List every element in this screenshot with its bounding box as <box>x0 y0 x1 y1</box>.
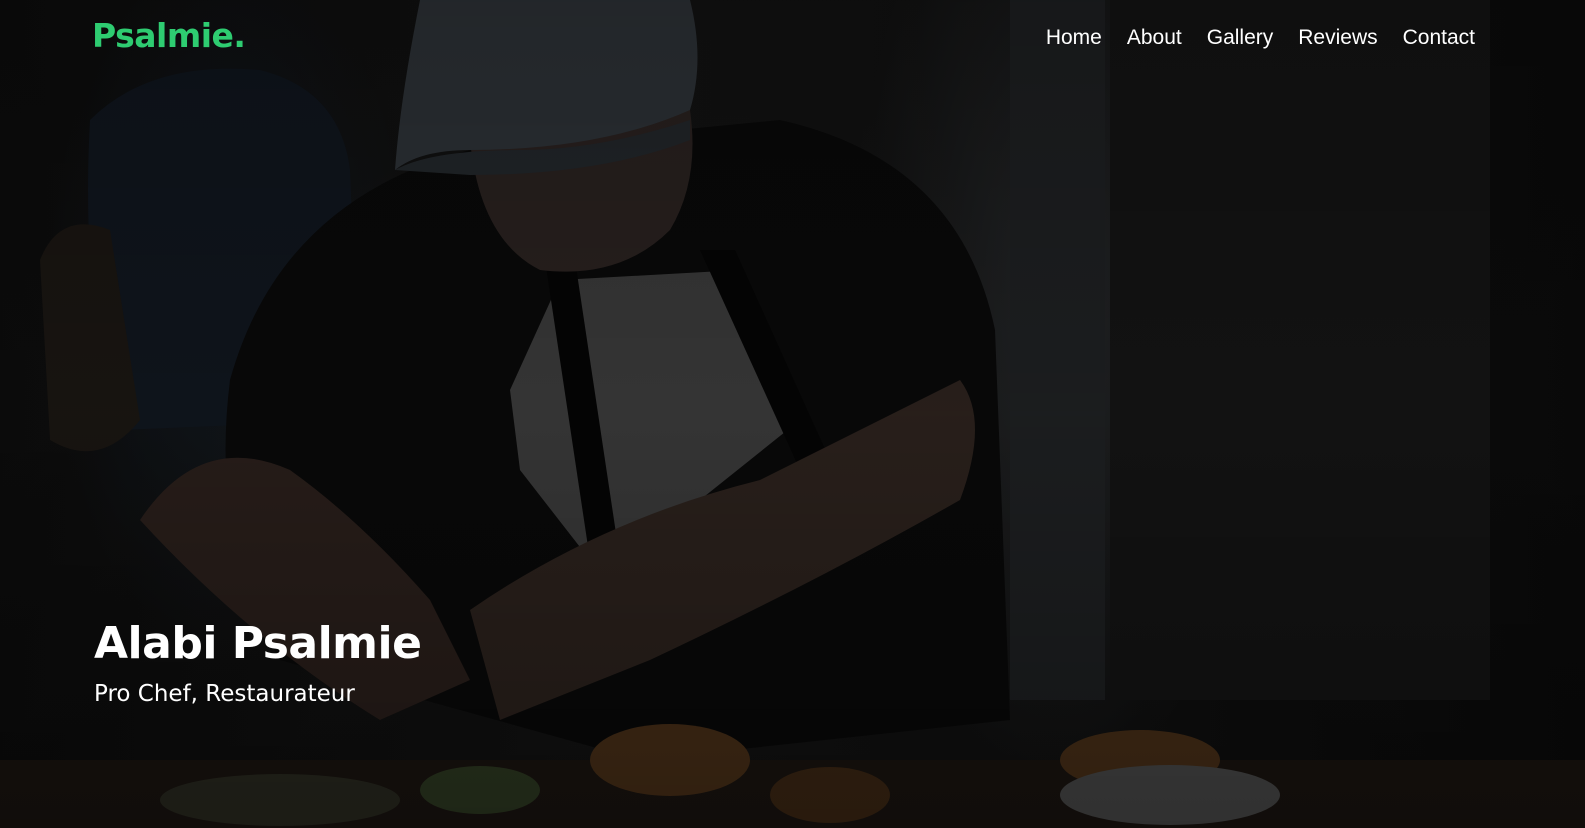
hero-title: Alabi Psalmie <box>94 618 422 669</box>
nav-item-home: Home <box>1046 26 1102 50</box>
nav-item-about: About <box>1127 26 1182 50</box>
nav-link-reviews[interactable]: Reviews <box>1298 26 1377 49</box>
nav-link-about[interactable]: About <box>1127 26 1182 49</box>
top-navbar: Psalmie. Home About Gallery Reviews Cont… <box>0 0 1585 80</box>
nav-item-reviews: Reviews <box>1298 26 1377 50</box>
nav-item-contact: Contact <box>1403 26 1475 50</box>
nav-item-gallery: Gallery <box>1207 26 1274 50</box>
hero-text-block: Alabi Psalmie Pro Chef, Restaurateur <box>94 618 422 707</box>
brand-logo[interactable]: Psalmie. <box>92 16 246 55</box>
nav-link-home[interactable]: Home <box>1046 26 1102 49</box>
nav-link-gallery[interactable]: Gallery <box>1207 26 1274 49</box>
hero-section: Psalmie. Home About Gallery Reviews Cont… <box>0 0 1585 828</box>
nav-menu: Home About Gallery Reviews Contact <box>1046 26 1475 50</box>
hero-subtitle: Pro Chef, Restaurateur <box>94 681 355 707</box>
nav-link-contact[interactable]: Contact <box>1403 26 1475 49</box>
